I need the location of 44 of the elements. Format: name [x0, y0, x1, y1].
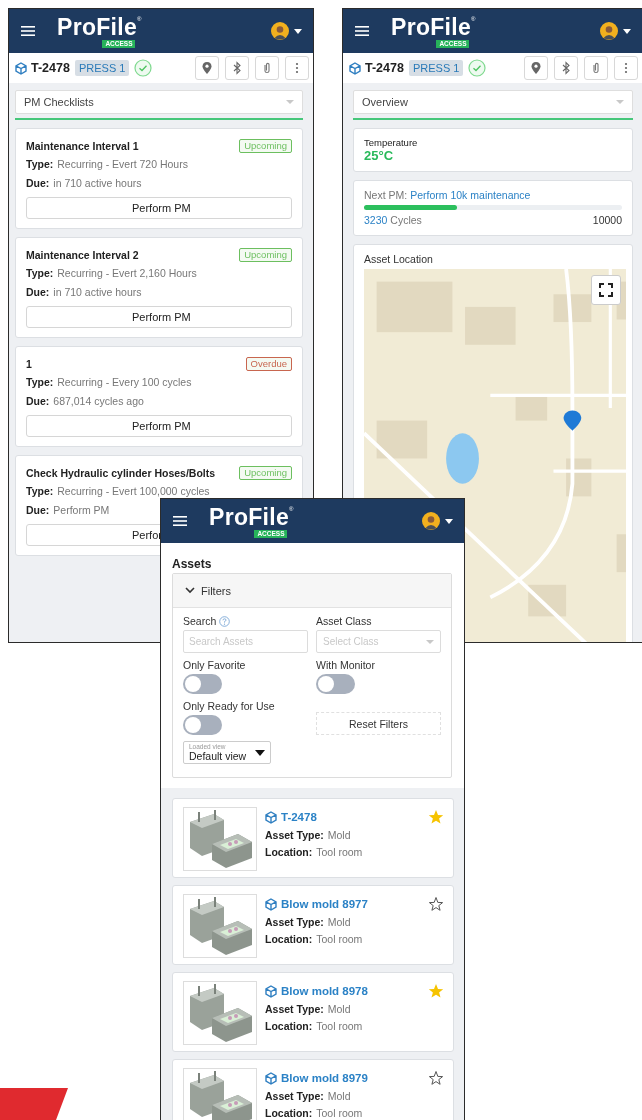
- checklist-type: Type: Recurring - Evert 2,160 Hours: [26, 266, 197, 281]
- status-badge: Upcoming: [239, 466, 292, 480]
- checklist-due: Due: Perform PM: [26, 503, 110, 518]
- asset-tag: PRESS 1: [74, 60, 130, 76]
- cycle-unit: Cycles: [390, 214, 422, 226]
- checklist-type: Type: Recurring - Evert 720 Hours: [26, 157, 188, 172]
- cycle-count: 3230: [364, 214, 388, 226]
- location-title: Asset Location: [364, 253, 434, 265]
- checklist-due: Due: 687,014 cycles ago: [26, 394, 144, 409]
- checklist-type: Type: Recurring - Every 100 cycles: [26, 375, 192, 390]
- checklist-title: 1: [26, 358, 32, 370]
- temperature-value: 25°C: [364, 148, 395, 163]
- asset-id: T-2478: [365, 61, 404, 75]
- asset-type: Asset Type: Mold: [265, 915, 351, 930]
- asset-id: T-2478: [31, 61, 70, 75]
- next-pm-label: Next PM:: [364, 189, 408, 201]
- logo-text: ProFile: [391, 14, 472, 39]
- asset-class-label: Asset Class: [316, 615, 372, 627]
- checklist-title: Check Hydraulic cylinder Hoses/Bolts: [26, 467, 216, 479]
- search-label: Search: [183, 615, 217, 627]
- status-badge: Overdue: [245, 357, 292, 371]
- checklist-due: Due: in 710 active hours: [26, 285, 142, 300]
- toggle-label: Only Favorite: [183, 659, 246, 671]
- asset-location: Location: Tool room: [265, 932, 363, 947]
- logo-text: ProFile: [209, 504, 290, 529]
- checklist-title: Maintenance Interval 1: [26, 140, 139, 152]
- asset-type: Asset Type: Mold: [265, 1089, 351, 1104]
- checklist-due: Due: in 710 active hours: [26, 176, 142, 191]
- asset-location: Location: Tool room: [265, 1019, 363, 1034]
- logo-text: ProFile: [57, 14, 138, 39]
- page-title: Assets: [172, 557, 213, 571]
- toggle-label: With Monitor: [316, 659, 375, 671]
- status-badge: Upcoming: [239, 139, 292, 153]
- status-badge: Upcoming: [239, 248, 292, 262]
- checklist-title: Maintenance Interval 2: [26, 249, 139, 261]
- temperature-label: Temperature: [364, 137, 419, 148]
- toggle-label: Only Ready for Use: [183, 700, 275, 712]
- cycle-target: 10000: [592, 214, 622, 226]
- asset-location: Location: Tool room: [265, 845, 363, 860]
- checklist-type: Type: Recurring - Evert 100,000 cycles: [26, 484, 210, 499]
- asset-type: Asset Type: Mold: [265, 1002, 351, 1017]
- asset-tag: PRESS 1: [408, 60, 464, 76]
- asset-type: Asset Type: Mold: [265, 828, 351, 843]
- asset-location: Location: Tool room: [265, 1106, 363, 1120]
